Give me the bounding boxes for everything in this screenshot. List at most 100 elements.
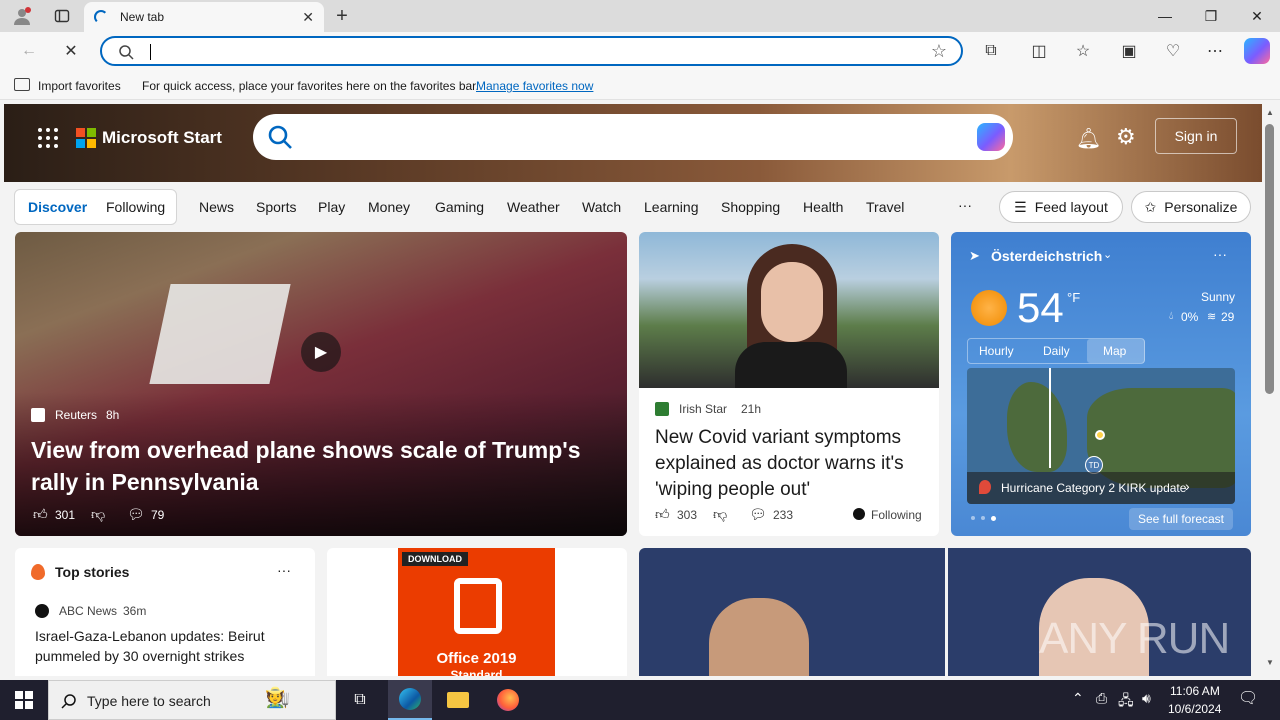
- nav-health[interactable]: Health: [803, 199, 843, 215]
- task-view-icon[interactable]: ⧉: [338, 680, 382, 720]
- gear-icon[interactable]: ⚙: [1116, 124, 1136, 150]
- search-placeholder: Type here to search: [87, 693, 211, 709]
- nav-money[interactable]: Money: [368, 199, 410, 215]
- close-window-button[interactable]: ✕: [1234, 0, 1280, 32]
- stop-icon[interactable]: ✕: [56, 36, 86, 66]
- dislike-icon[interactable]: 👎︎: [91, 506, 105, 523]
- nav-watch[interactable]: Watch: [582, 199, 621, 215]
- like-icon[interactable]: 👍︎: [33, 506, 48, 523]
- close-tab-icon[interactable]: ✕: [302, 9, 314, 26]
- comment-icon[interactable]: 💬︎: [749, 506, 767, 523]
- tab-new-tab[interactable]: New tab ✕: [84, 2, 324, 32]
- like-icon[interactable]: 👍︎: [655, 506, 670, 523]
- nav-more-button[interactable]: ···: [958, 197, 972, 213]
- nav-news[interactable]: News: [199, 199, 234, 215]
- restore-button[interactable]: ❐: [1188, 0, 1234, 32]
- tab-daily[interactable]: Daily: [1043, 344, 1070, 358]
- weather-alert[interactable]: Hurricane Category 2 KIRK update ›: [967, 472, 1235, 504]
- tab-following[interactable]: Following: [106, 199, 165, 215]
- scroll-thumb[interactable]: [1265, 124, 1274, 394]
- more-options-icon[interactable]: ···: [1213, 246, 1227, 262]
- tab-actions-icon[interactable]: [48, 4, 76, 28]
- manage-favorites-link[interactable]: Manage favorites now: [476, 79, 593, 93]
- tab-hourly[interactable]: Hourly: [979, 344, 1014, 358]
- nav-sports[interactable]: Sports: [256, 199, 296, 215]
- search-icon: [119, 45, 134, 60]
- scroll-up-icon[interactable]: ▲: [1266, 108, 1274, 117]
- story-headline[interactable]: Israel-Gaza-Lebanon updates: Beirut pumm…: [35, 626, 295, 666]
- device-icon[interactable]: ⎙: [1096, 690, 1107, 707]
- story-headline[interactable]: New Covid variant symptoms explained as …: [655, 425, 933, 503]
- nav-play[interactable]: Play: [318, 199, 345, 215]
- temperature-unit[interactable]: °F: [1067, 290, 1080, 305]
- back-icon[interactable]: ←: [14, 36, 44, 66]
- dislike-icon[interactable]: 👎︎: [713, 506, 727, 523]
- firefox-icon[interactable]: [486, 680, 530, 720]
- tab-title: New tab: [120, 10, 165, 24]
- hero-story-card[interactable]: ▶ Reuters 8h View from overhead plane sh…: [15, 232, 627, 536]
- chevron-down-icon[interactable]: ⌄: [1103, 248, 1112, 261]
- ad-subtitle: Standard: [450, 668, 503, 676]
- copilot-icon[interactable]: [977, 123, 1005, 151]
- show-hidden-icons[interactable]: ⌃: [1072, 690, 1084, 707]
- copilot-icon[interactable]: [1244, 38, 1270, 64]
- taskbar-search[interactable]: Type here to search 🧑‍🌾: [48, 680, 336, 720]
- story-headline[interactable]: View from overhead plane shows scale of …: [31, 434, 591, 498]
- scroll-down-icon[interactable]: ▼: [1266, 658, 1274, 667]
- more-options-icon[interactable]: ···: [277, 562, 291, 578]
- top-stories-card: Top stories ··· ABC News 36m Israel-Gaza…: [15, 548, 315, 676]
- network-icon[interactable]: 🖧︎: [1118, 690, 1134, 714]
- microsoft-logo[interactable]: [76, 128, 96, 148]
- profile-icon[interactable]: [8, 4, 36, 28]
- edge-icon[interactable]: [388, 680, 432, 720]
- favorites-icon[interactable]: ☆: [1068, 36, 1098, 66]
- weather-map[interactable]: TD Hurricane Category 2 KIRK update ›: [967, 368, 1235, 504]
- personalize-button[interactable]: ✩ Personalize: [1131, 191, 1251, 223]
- sun-icon: [971, 290, 1007, 326]
- play-button[interactable]: ▶: [301, 332, 341, 372]
- story-card[interactable]: Irish Star 21h New Covid variant symptom…: [639, 232, 939, 536]
- new-tab-button[interactable]: +: [330, 4, 354, 28]
- following-label[interactable]: Following: [871, 508, 922, 522]
- notifications-icon[interactable]: 🔔︎: [1076, 126, 1101, 151]
- tab-discover[interactable]: Discover: [28, 199, 87, 215]
- nav-travel[interactable]: Travel: [866, 199, 904, 215]
- comment-icon[interactable]: 💬︎: [127, 506, 145, 523]
- apps-grid-icon[interactable]: [38, 128, 58, 148]
- carousel-dots[interactable]: [971, 516, 996, 521]
- brand-title[interactable]: Microsoft Start: [102, 128, 222, 148]
- tent-image: [149, 284, 291, 384]
- nav-shopping[interactable]: Shopping: [721, 199, 780, 215]
- weather-location[interactable]: Österdeichstrich: [991, 248, 1102, 264]
- nav-weather[interactable]: Weather: [507, 199, 560, 215]
- address-bar[interactable]: ☆: [100, 36, 963, 66]
- nav-learning[interactable]: Learning: [644, 199, 699, 215]
- nav-gaming[interactable]: Gaming: [435, 199, 484, 215]
- scrollbar[interactable]: ▲ ▼: [1262, 104, 1280, 676]
- clock-date[interactable]: 10/6/2024: [1168, 702, 1221, 716]
- tab-map[interactable]: Map: [1103, 344, 1126, 358]
- collections-icon[interactable]: ▣: [1114, 36, 1144, 66]
- ad-card[interactable]: DOWNLOAD Office 2019 Standard: [327, 548, 627, 676]
- file-explorer-icon[interactable]: [436, 680, 480, 720]
- top-stories-title[interactable]: Top stories: [55, 564, 129, 580]
- clock-time[interactable]: 11:06 AM: [1170, 684, 1220, 698]
- feed-layout-button[interactable]: ☰ Feed layout: [999, 191, 1123, 223]
- web-search-box[interactable]: [253, 114, 1013, 160]
- volume-icon[interactable]: 🔊︎: [1142, 690, 1151, 707]
- windows-start-icon[interactable]: [2, 680, 46, 720]
- notification-center-icon[interactable]: 🗨︎: [1238, 688, 1258, 708]
- browser-essentials-icon[interactable]: ♡: [1158, 36, 1188, 66]
- minimize-button[interactable]: —: [1142, 0, 1188, 32]
- wind-speed: 29: [1221, 310, 1235, 324]
- favorite-star-icon[interactable]: ☆: [931, 41, 947, 62]
- sign-in-button[interactable]: Sign in: [1155, 118, 1237, 154]
- split-screen-icon[interactable]: ◫: [1024, 36, 1054, 66]
- import-favorites-icon[interactable]: [14, 78, 30, 91]
- video-card[interactable]: ANY RUN: [639, 548, 1251, 676]
- import-favorites-button[interactable]: Import favorites: [38, 79, 121, 93]
- see-forecast-button[interactable]: See full forecast: [1129, 508, 1233, 530]
- settings-menu-icon[interactable]: ⋯: [1200, 36, 1230, 66]
- weather-card[interactable]: ➤ Österdeichstrich ⌄ ··· 54 °F Sunny 💧︎ …: [951, 232, 1251, 536]
- extensions-icon[interactable]: ⧉: [976, 36, 1006, 66]
